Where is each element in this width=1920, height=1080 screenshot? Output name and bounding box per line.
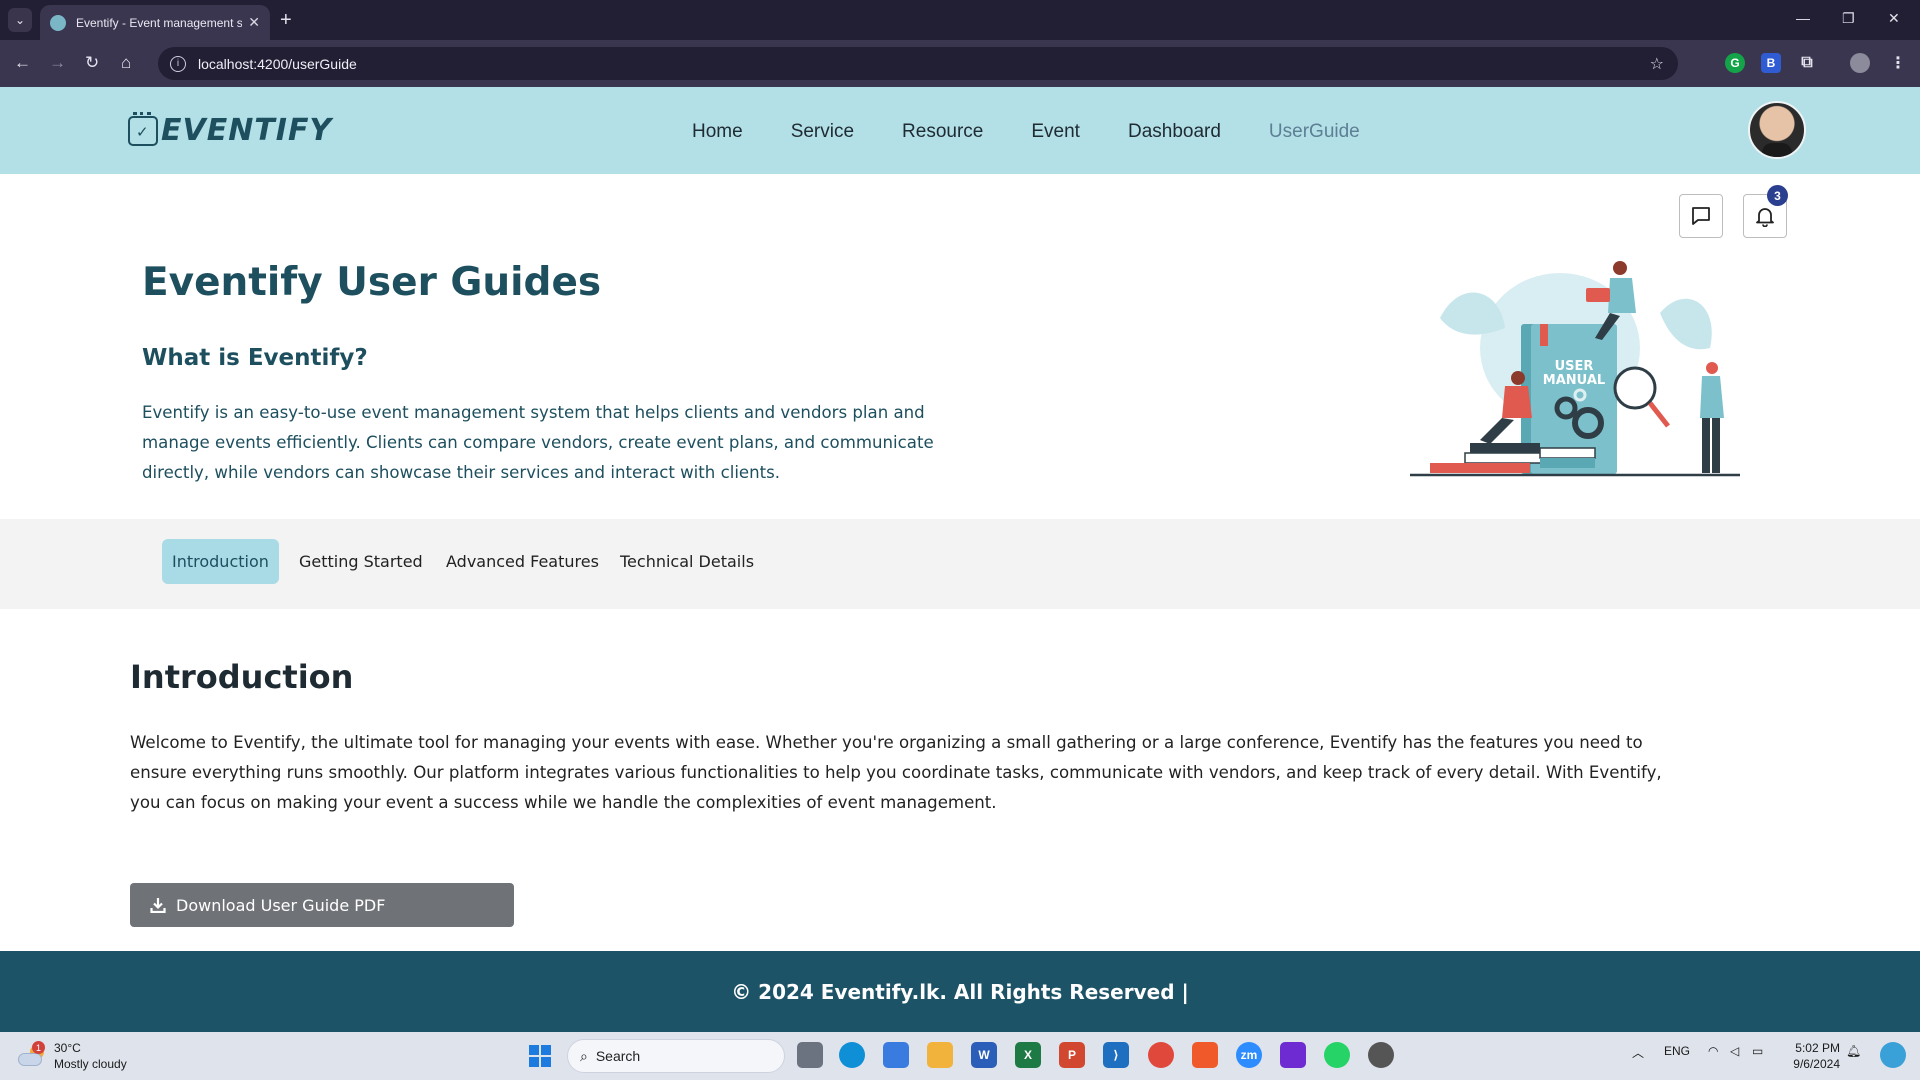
bookmark-star-icon[interactable]: ☆ [1650,54,1664,74]
download-pdf-label: Download User Guide PDF [176,895,386,915]
minimize-icon[interactable]: — [1796,10,1810,26]
battery-icon[interactable]: ▭ [1752,1044,1763,1058]
browser-tab-strip: ⌄ Eventify - Event management s ✕ + — ❐ … [0,0,1920,40]
tab-introduction[interactable]: Introduction [162,539,279,584]
browser-tab[interactable]: Eventify - Event management s ✕ [40,5,270,40]
tab-search-chevron-icon[interactable]: ⌄ [8,8,32,32]
calendar-check-icon [128,111,158,146]
edge-icon[interactable] [839,1042,865,1068]
chrome-icon[interactable] [1148,1042,1174,1068]
hero-subtitle: What is Eventify? [142,345,368,371]
chat-icon [1692,207,1710,225]
browser-menu-icon[interactable]: ⋮ [1888,53,1908,73]
zoom-icon[interactable]: zm [1236,1042,1262,1068]
tab-technical-details[interactable]: Technical Details [610,539,764,584]
restore-icon[interactable]: ❐ [1842,10,1855,27]
word-icon[interactable]: W [971,1042,997,1068]
vscode-icon[interactable]: ⟩ [1103,1042,1129,1068]
address-bar[interactable]: i localhost:4200/userGuide ☆ [158,47,1678,80]
weather-desc: Mostly cloudy [54,1057,127,1071]
grammarly-extension-icon[interactable]: G [1725,53,1745,73]
nav-dashboard[interactable]: Dashboard [1128,121,1221,143]
nav-service[interactable]: Service [791,121,854,143]
weather-temp: 30°C [54,1041,81,1055]
weather-icon: 1 [18,1041,46,1067]
guide-tabs: Introduction Getting Started Advanced Fe… [0,519,1920,609]
forward-icon[interactable]: → [49,53,66,73]
hero-description: Eventify is an easy-to-use event managem… [142,403,934,482]
chat-button[interactable] [1679,194,1723,238]
excel-icon[interactable]: X [1015,1042,1041,1068]
clock-time: 5:02 PM [1795,1041,1840,1055]
obs-icon[interactable] [1368,1042,1394,1068]
section-title: Introduction [130,658,354,696]
url-text: localhost:4200/userGuide [198,55,357,72]
download-icon [150,898,166,913]
clock-date: 9/6/2024 [1793,1057,1840,1071]
user-avatar[interactable] [1748,101,1806,159]
copilot-icon[interactable] [1880,1042,1906,1068]
home-icon[interactable]: ⌂ [121,53,131,73]
notification-button[interactable]: 3 [1743,185,1788,238]
nav-userguide[interactable]: UserGuide [1269,121,1360,143]
main-nav: Home Service Resource Event Dashboard Us… [692,121,1408,143]
page-title: Eventify User Guides [142,260,602,305]
close-window-icon[interactable]: ✕ [1888,10,1900,27]
back-icon[interactable]: ← [14,53,31,73]
eventify-logo[interactable]: EVENTIFY [128,111,333,148]
file-explorer-icon[interactable] [927,1042,953,1068]
site-footer: © 2024 Eventify.lk. All Rights Reserved … [0,951,1920,1032]
nav-home[interactable]: Home [692,121,743,143]
whatsapp-icon[interactable] [1324,1042,1350,1068]
volume-icon[interactable]: ◁ [1730,1044,1739,1058]
wifi-icon[interactable]: ◠ [1708,1044,1718,1058]
notification-count-badge: 3 [1767,185,1788,206]
illustration-label-line2: MANUAL [1543,373,1605,388]
tab-title: Eventify - Event management s [76,15,243,30]
brave-icon[interactable] [1192,1042,1218,1068]
tab-advanced-features[interactable]: Advanced Features [436,539,609,584]
browser-profile-avatar[interactable] [1850,53,1870,73]
reload-icon[interactable]: ↻ [85,53,99,73]
system-clock[interactable]: 5:02 PM 9/6/2024 [1778,1040,1840,1072]
taskbar-search-label: Search [595,1048,641,1064]
site-header: EVENTIFY Home Service Resource Event Das… [0,87,1920,174]
store-icon[interactable] [883,1042,909,1068]
footer-copyright: © 2024 Eventify.lk. All Rights Reserved … [731,979,1189,1004]
illustration-label-line1: USER [1555,359,1594,374]
windows-taskbar: 1 30°C Mostly cloudy ⌕ Search W X P ⟩ zm… [0,1032,1920,1080]
start-windows-icon[interactable] [529,1045,551,1067]
weather-widget[interactable]: 1 30°C Mostly cloudy [18,1040,127,1072]
search-icon: ⌕ [580,1047,588,1064]
tab-close-icon[interactable]: ✕ [248,14,260,31]
tray-chevron-icon[interactable]: ︿ [1632,1044,1644,1061]
extension-icon[interactable]: B [1761,53,1781,73]
nav-resource[interactable]: Resource [902,121,983,143]
language-indicator[interactable]: ENG [1664,1044,1690,1058]
visual-studio-icon[interactable] [1280,1042,1306,1068]
taskbar-search[interactable]: ⌕ Search [567,1039,785,1073]
nav-event[interactable]: Event [1031,121,1080,143]
weather-badge: 1 [32,1041,45,1054]
new-tab-button[interactable]: + [280,8,292,32]
logo-text: EVENTIFY [161,113,333,148]
notification-bell-icon[interactable]: 🔔︎ [1846,1044,1861,1058]
task-view-icon[interactable] [797,1042,823,1068]
section-body: Welcome to Eventify, the ultimate tool f… [130,733,1662,812]
user-manual-illustration: USER MANUAL [1410,261,1740,477]
address-toolbar: ← → ↻ ⌂ i localhost:4200/userGuide ☆ G B… [0,40,1920,87]
powerpoint-icon[interactable]: P [1059,1042,1085,1068]
site-info-icon[interactable]: i [170,55,186,72]
favicon-icon [50,14,66,31]
extensions-puzzle-icon[interactable]: ⧉ [1797,53,1817,73]
tab-getting-started[interactable]: Getting Started [289,539,433,584]
bell-icon [1756,208,1774,227]
download-pdf-button[interactable]: Download User Guide PDF [130,883,514,927]
